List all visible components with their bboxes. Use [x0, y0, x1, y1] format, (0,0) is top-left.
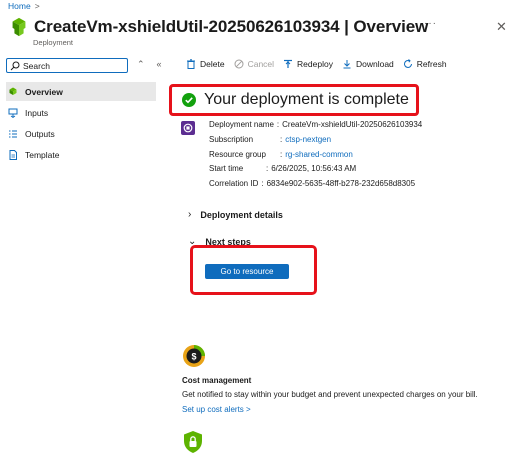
detail-separator: : — [280, 149, 283, 159]
go-to-resource-button[interactable]: Go to resource — [205, 264, 289, 279]
sidebar-item-overview[interactable]: Overview — [6, 82, 156, 101]
sidebar-item-outputs[interactable]: Outputs — [6, 124, 156, 143]
sidebar-nav: Overview Inputs Outputs Template — [6, 82, 156, 166]
inputs-icon — [8, 108, 18, 118]
title-row: CreateVm-xshieldUtil-20250626103934 | Ov… — [8, 16, 428, 38]
cancel-label: Cancel — [247, 59, 275, 69]
detail-label: Subscription — [209, 134, 254, 144]
redeploy-icon — [284, 59, 293, 68]
refresh-icon — [403, 59, 412, 68]
breadcrumb-home[interactable]: Home — [8, 1, 31, 11]
sidebar-item-label: Inputs — [25, 107, 49, 118]
detail-label: Correlation ID — [209, 179, 259, 189]
download-icon — [343, 60, 351, 69]
svg-text:$: $ — [191, 352, 196, 362]
sidebar-item-inputs[interactable]: Inputs — [6, 103, 156, 122]
page-title: CreateVm-xshieldUtil-20250626103934 | Ov… — [34, 17, 429, 36]
sidebar-item-label: Outputs — [25, 128, 55, 139]
cost-management-description: Get notified to stay within your budget … — [182, 390, 478, 399]
detail-row-correlation-id: Correlation ID : 6834e902-5635-48ff-b278… — [209, 177, 422, 192]
breadcrumb: Home > — [8, 1, 40, 11]
sidebar-controls: ⌃ « — [137, 59, 162, 70]
detail-separator: : — [280, 134, 283, 144]
close-button[interactable]: ✕ — [496, 19, 507, 35]
breadcrumb-separator: > — [34, 1, 40, 11]
sidebar-item-template[interactable]: Template — [6, 145, 156, 164]
redeploy-button[interactable]: Redeploy — [283, 59, 333, 69]
detail-row-start-time: Start time : 6/26/2025, 10:56:43 AM — [209, 162, 422, 177]
refresh-button[interactable]: Refresh — [403, 59, 447, 69]
outputs-icon — [9, 130, 17, 137]
detail-value: CreateVm-xshieldUtil-20250626103934 — [282, 120, 423, 129]
status-text: Your deployment is complete — [204, 91, 409, 108]
collapse-sidebar-icon[interactable]: « — [157, 59, 162, 70]
set-up-cost-alerts-link[interactable]: Set up cost alerts > — [182, 405, 251, 414]
subscription-link[interactable]: ctsp-nextgen — [285, 133, 331, 148]
search-input[interactable] — [23, 60, 123, 71]
detail-label: Start time — [209, 164, 244, 174]
detail-value: 6834e902-5635-48ff-b278-232d658d8305 — [266, 179, 416, 189]
refresh-label: Refresh — [416, 59, 447, 69]
trash-icon — [187, 59, 195, 69]
deployment-icon — [9, 87, 17, 95]
resource-group-link[interactable]: rg-shared-common — [285, 148, 353, 163]
deployment-status: Your deployment is complete — [182, 91, 409, 109]
detail-row-resource-group: Resource group : rg-shared-common — [209, 148, 422, 163]
download-button[interactable]: Download — [342, 59, 394, 69]
search-box[interactable] — [6, 58, 128, 73]
detail-separator: : — [266, 164, 269, 174]
redeploy-label: Redeploy — [297, 59, 333, 69]
detail-value: 6/26/2025, 10:56:43 AM — [271, 164, 357, 174]
detail-row-subscription: Subscription : ctsp-nextgen — [209, 133, 422, 148]
delete-label: Delete — [200, 59, 225, 69]
download-label: Download — [355, 59, 394, 69]
detail-row-deployment-name: Deployment name : CreateVm-xshieldUtil-2… — [209, 118, 422, 133]
section-label: Deployment details — [200, 209, 283, 220]
deployment-app-icon — [12, 17, 26, 37]
detail-label: Resource group — [209, 149, 266, 159]
deployment-details-list: Deployment name : CreateVm-xshieldUtil-2… — [209, 118, 422, 192]
detail-label: Deployment name — [209, 120, 274, 129]
toolbar: Delete Cancel Redeploy Download Refresh — [186, 59, 456, 69]
search-icon — [10, 61, 20, 70]
page-subtitle: Deployment — [33, 38, 74, 47]
cancel-button[interactable]: Cancel — [234, 59, 274, 69]
security-shield-icon — [184, 431, 202, 453]
cost-management-icon: $ — [183, 345, 205, 367]
deployment-cube-icon — [181, 121, 195, 135]
success-check-icon — [182, 93, 196, 107]
more-icon[interactable]: ··· — [424, 18, 437, 29]
sidebar-item-label: Overview — [25, 86, 63, 97]
deployment-details-toggle[interactable]: › Deployment details — [188, 209, 283, 220]
chevron-right-icon: › — [188, 209, 192, 220]
delete-button[interactable]: Delete — [186, 59, 225, 69]
cancel-icon — [234, 59, 244, 69]
cost-management-title: Cost management — [182, 376, 252, 385]
template-icon — [9, 149, 17, 160]
collapse-up-icon[interactable]: ⌃ — [137, 59, 145, 70]
detail-separator: : — [261, 179, 264, 189]
detail-separator: : — [276, 120, 280, 129]
sidebar-item-label: Template — [25, 149, 60, 160]
